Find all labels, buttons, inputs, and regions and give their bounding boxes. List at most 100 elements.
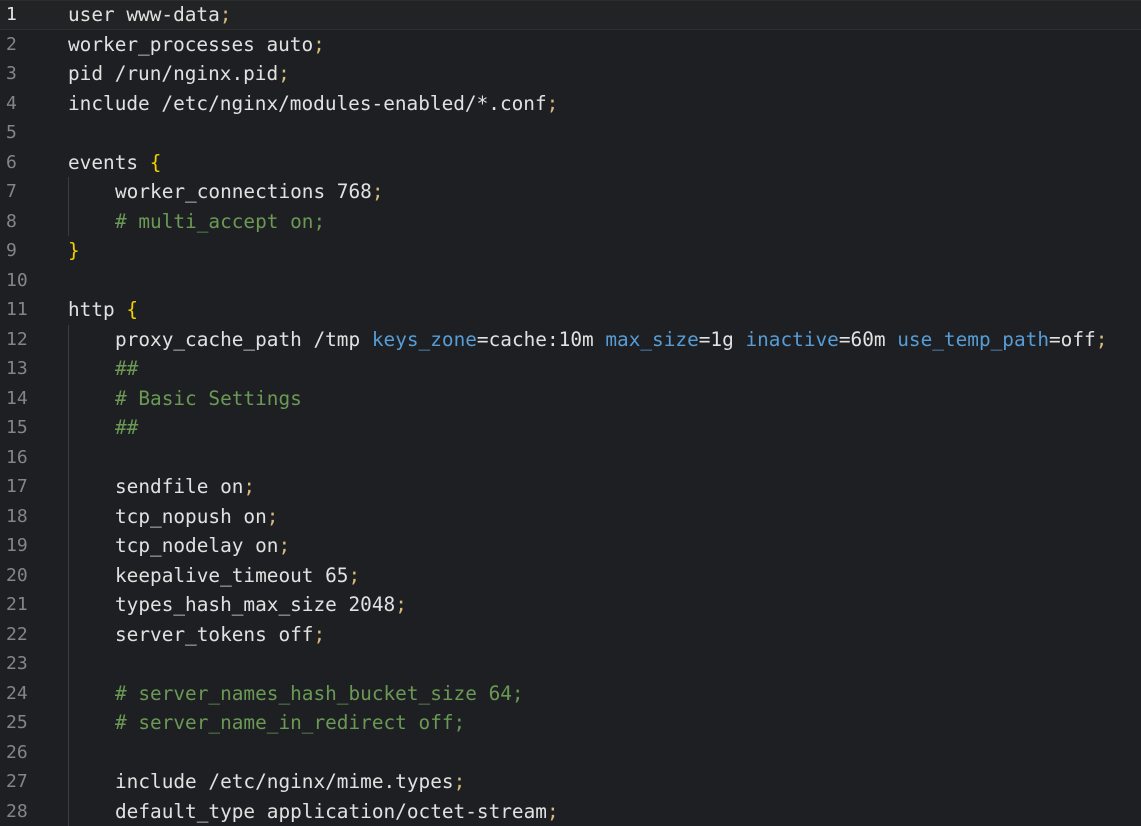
code-line[interactable]: 13 ## <box>0 354 1141 384</box>
line-number: 9 <box>6 240 17 261</box>
line-number: 15 <box>6 417 28 438</box>
token-plain: include /etc/nginx/modules-enabled/*.con… <box>68 91 547 115</box>
indent-guide <box>68 590 69 620</box>
line-number: 11 <box>6 299 28 320</box>
code-line[interactable]: 2 worker_processes auto; <box>0 30 1141 60</box>
line-number: 25 <box>6 712 28 733</box>
line-number: 17 <box>6 476 28 497</box>
code-line[interactable]: 24 # server_names_hash_bucket_size 64; <box>0 678 1141 708</box>
token-comment: ## <box>115 416 139 439</box>
code-line[interactable]: 6 events { <box>0 148 1141 178</box>
code-line[interactable]: 3 pid /run/nginx.pid; <box>0 59 1141 89</box>
line-number: 3 <box>6 63 17 84</box>
line-number: 28 <box>6 800 28 822</box>
code-text: ## <box>115 354 138 384</box>
code-line[interactable]: 14 # Basic Settings <box>0 383 1141 413</box>
code-text: http { <box>68 295 138 325</box>
line-number: 4 <box>6 92 17 114</box>
code-line[interactable]: 21 types_hash_max_size 2048; <box>0 590 1141 620</box>
token-comment: # server_names_hash_bucket_size 64; <box>115 681 524 705</box>
indent-guide <box>68 324 69 354</box>
code-line[interactable]: 1 user www-data; <box>0 0 1141 30</box>
token-brace: { <box>149 150 162 174</box>
code-line[interactable]: 23 <box>0 649 1141 679</box>
code-text: pid /run/nginx.pid; <box>68 59 290 89</box>
line-number: 5 <box>6 122 17 143</box>
code-line[interactable]: 22 server_tokens off; <box>0 619 1141 649</box>
indent-guide <box>68 442 69 472</box>
indent-guide <box>68 796 69 826</box>
line-number: 10 <box>6 269 28 291</box>
code-line[interactable]: 20 keepalive_timeout 65; <box>0 560 1141 591</box>
code-text: include /etc/nginx/mime.types; <box>115 767 465 797</box>
token-punct: ; <box>266 504 279 528</box>
code-text: keepalive_timeout 65; <box>115 561 360 591</box>
code-line[interactable]: 8 # multi_accept on; <box>0 206 1141 236</box>
token-plain: pid /run/nginx.pid <box>68 62 279 85</box>
token-plain: sendfile on <box>115 475 244 498</box>
token-comment: ## <box>115 357 139 380</box>
code-text: include /etc/nginx/modules-enabled/*.con… <box>68 89 558 119</box>
token-plain: keepalive_timeout 65 <box>115 563 349 587</box>
line-number: 16 <box>6 446 28 468</box>
token-punct: ; <box>278 534 291 557</box>
line-number: 7 <box>6 181 17 202</box>
code-line[interactable]: 10 <box>0 266 1141 296</box>
indent-guide <box>68 177 69 207</box>
token-punct: ; <box>395 593 407 616</box>
code-line[interactable]: 28 default_type application/octet-stream; <box>0 796 1141 826</box>
token-punct: ; <box>348 563 361 587</box>
indent-guide <box>68 472 69 502</box>
token-punct: ; <box>546 799 559 823</box>
token-punct: ; <box>313 32 325 56</box>
token-plain: tcp_nopush on <box>115 504 267 528</box>
code-text: sendfile on; <box>115 472 255 502</box>
token-punct: ; <box>278 62 290 85</box>
code-line[interactable]: 9} <box>0 236 1141 266</box>
token-brace: { <box>126 298 139 321</box>
code-line[interactable]: 26 <box>0 737 1141 767</box>
code-text: worker_processes auto; <box>68 30 325 60</box>
code-line[interactable]: 11 http { <box>0 295 1141 325</box>
line-number: 22 <box>6 623 28 645</box>
line-number: 12 <box>6 328 28 350</box>
token-punct: ; <box>371 180 384 203</box>
code-editor[interactable]: 1 user www-data; 2 worker_processes auto; 3 p… <box>0 0 1141 826</box>
code-line[interactable]: 17 sendfile on; <box>0 472 1141 502</box>
indent-guide <box>68 678 69 708</box>
code-text: events { <box>68 148 161 178</box>
code-line[interactable]: 19 tcp_nodelay on; <box>0 531 1141 561</box>
line-number: 13 <box>6 358 28 379</box>
code-line[interactable]: 4 include /etc/nginx/modules-enabled/*.co… <box>0 89 1141 119</box>
code-line[interactable]: 25 # server_name_in_redirect off; <box>0 708 1141 738</box>
code-line[interactable]: 18 tcp_nopush on; <box>0 501 1141 532</box>
code-line[interactable]: 15 ## <box>0 413 1141 443</box>
line-number: 6 <box>6 151 17 173</box>
token-plain: events <box>68 150 150 174</box>
line-number: 23 <box>6 653 28 674</box>
code-text: # server_name_in_redirect off; <box>115 708 465 738</box>
code-line[interactable]: 5 <box>0 118 1141 148</box>
code-line[interactable]: 16 <box>0 442 1141 472</box>
code-text: user www-data; <box>68 0 231 30</box>
code-line[interactable]: 27 include /etc/nginx/mime.types; <box>0 767 1141 797</box>
code-line[interactable]: 12 proxy_cache_path /tmp keys_zone=cache:… <box>0 324 1141 355</box>
token-comment: # Basic Settings <box>115 386 302 410</box>
token-plain: =1g <box>698 327 746 351</box>
indent-guide <box>68 767 69 797</box>
code-text: tcp_nopush on; <box>115 502 278 532</box>
token-comment: # multi_accept on; <box>115 209 326 233</box>
indent-guide <box>68 708 69 738</box>
code-line[interactable]: 7 worker_connections 768; <box>0 177 1141 207</box>
line-number: 21 <box>6 594 28 615</box>
line-number: 8 <box>6 210 17 232</box>
line-number: 20 <box>6 564 28 586</box>
token-plain: proxy_cache_path /tmp <box>115 327 372 351</box>
code-text: } <box>68 236 80 266</box>
line-number: 27 <box>6 771 28 792</box>
code-text: proxy_cache_path /tmp keys_zone=cache:10… <box>115 325 1107 355</box>
token-plain: tcp_nodelay on <box>115 534 279 557</box>
token-plain: =60m <box>838 327 898 351</box>
code-text: worker_connections 768; <box>115 177 384 207</box>
token-plain: types_hash_max_size 2048 <box>115 593 396 616</box>
